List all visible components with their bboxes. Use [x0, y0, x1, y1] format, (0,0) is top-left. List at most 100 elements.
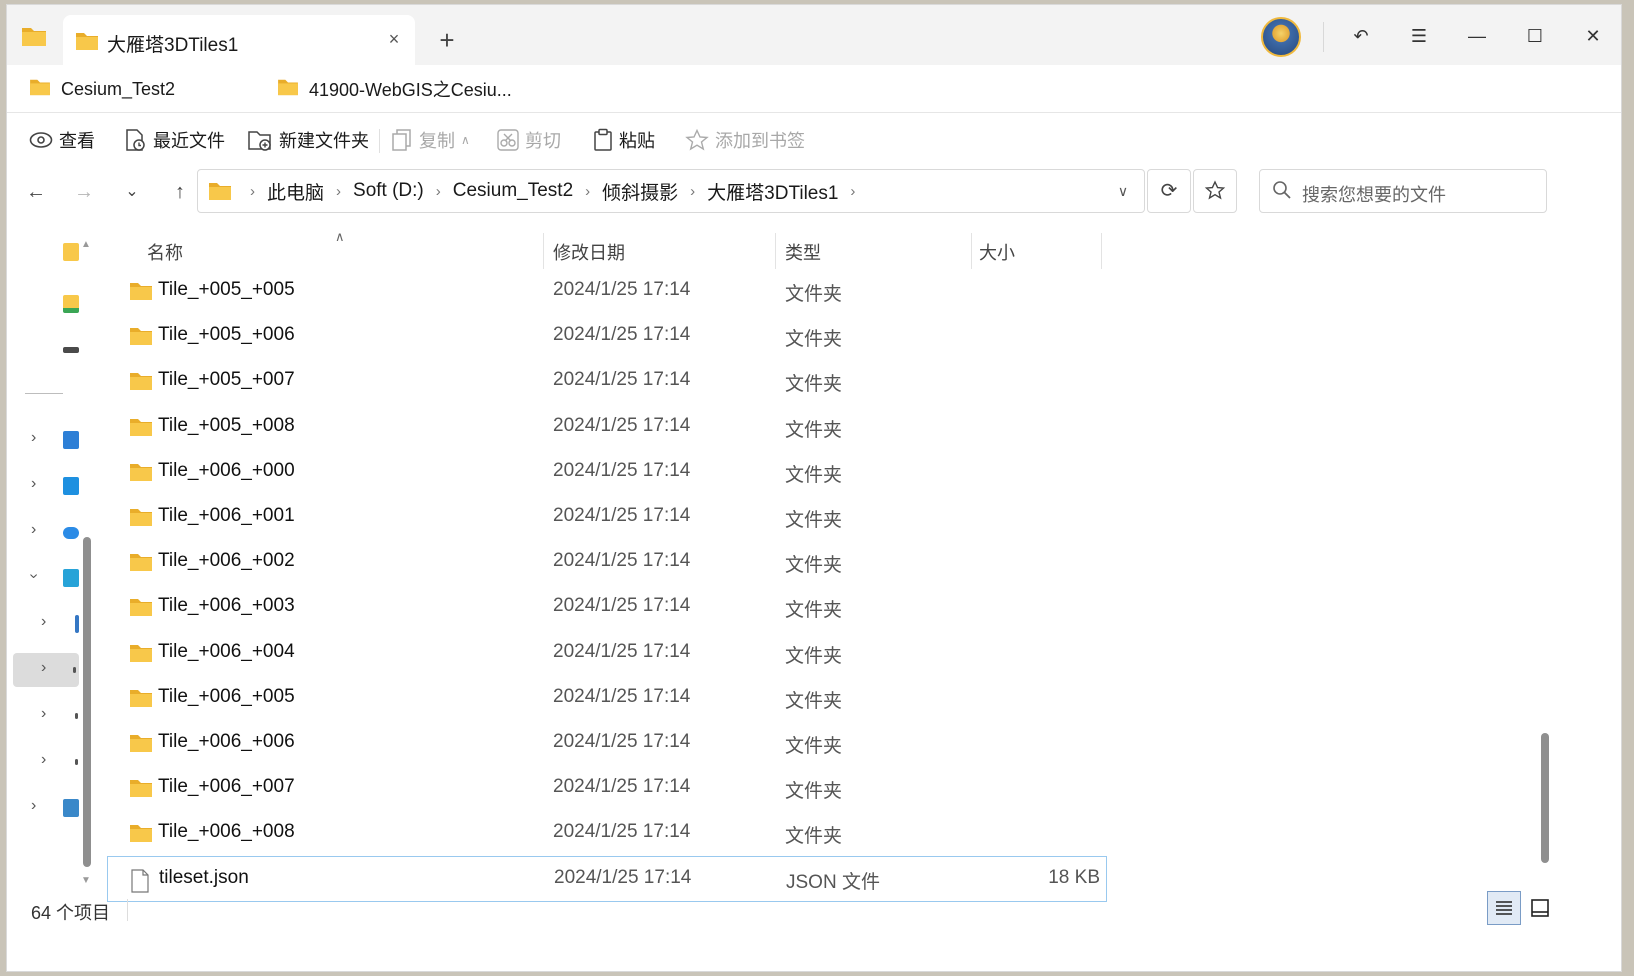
chevron-right-icon: › — [31, 429, 37, 446]
folder-row[interactable]: Tile_+006_+003 2024/1/25 17:14 文件夹 — [107, 585, 1107, 630]
folder-row[interactable]: Tile_+005_+007 2024/1/25 17:14 文件夹 — [107, 359, 1107, 404]
folder-row[interactable]: Tile_+006_+002 2024/1/25 17:14 文件夹 — [107, 540, 1107, 585]
scroll-down-icon[interactable]: ▼ — [81, 875, 91, 886]
breadcrumb-current[interactable]: 大雁塔3DTiles1 — [707, 178, 838, 205]
nav-item-this-pc[interactable]: › — [13, 561, 79, 595]
scrollbar-thumb[interactable] — [1541, 733, 1549, 863]
nav-item-1[interactable]: › — [13, 423, 79, 457]
folder-row[interactable]: Tile_+006_+006 2024/1/25 17:14 文件夹 — [107, 721, 1107, 766]
menu-button[interactable]: ☰ — [1399, 19, 1439, 53]
file-name: Tile_+006_+008 — [158, 821, 295, 843]
nav-item-drive[interactable] — [13, 333, 79, 367]
maximize-button[interactable]: ☐ — [1515, 19, 1555, 53]
minimize-button[interactable]: — — [1457, 19, 1497, 53]
column-header-type[interactable]: 类型 — [785, 239, 821, 265]
column-header-name[interactable]: 名称 — [147, 239, 183, 265]
tab-current-folder[interactable]: 大雁塔3DTiles1 × — [63, 15, 415, 65]
refresh-button[interactable]: ⟳ — [1147, 169, 1191, 213]
breadcrumb-drive-d[interactable]: Soft (D:) — [353, 180, 424, 202]
file-name: Tile_+005_+008 — [158, 414, 295, 436]
column-divider[interactable] — [543, 233, 544, 269]
folder-row[interactable]: Tile_+005_+005 2024/1/25 17:14 文件夹 — [107, 269, 1107, 314]
user-avatar[interactable] — [1261, 17, 1301, 57]
file-type: 文件夹 — [785, 645, 843, 667]
recent-files-button[interactable]: 最近文件 — [123, 127, 225, 153]
folder-row[interactable]: Tile_+005_+006 2024/1/25 17:14 文件夹 — [107, 314, 1107, 359]
column-divider[interactable] — [775, 233, 776, 269]
forward-button[interactable]: → — [67, 175, 101, 209]
address-dropdown-button[interactable]: ∨ — [1112, 180, 1134, 202]
favorite-location-button[interactable] — [1193, 169, 1237, 213]
folder-icon — [29, 78, 51, 101]
bookmark-cesium-test2[interactable]: Cesium_Test2 — [29, 77, 175, 101]
close-tab-button[interactable]: × — [383, 28, 405, 50]
scroll-up-icon[interactable]: ▲ — [81, 239, 91, 250]
address-bar[interactable]: › 此电脑 › Soft (D:) › Cesium_Test2 › 倾斜摄影 … — [197, 169, 1145, 213]
bookmark-label: 41900-WebGIS之Cesiu... — [309, 80, 512, 100]
folder-row[interactable]: Tile_+006_+005 2024/1/25 17:14 文件夹 — [107, 676, 1107, 721]
details-view-button[interactable] — [1487, 891, 1521, 925]
copy-label: 复制 — [419, 131, 455, 151]
paste-label: 粘贴 — [619, 131, 655, 151]
nav-item-quick-access-folder[interactable] — [13, 235, 79, 269]
folder-row[interactable]: Tile_+006_+001 2024/1/25 17:14 文件夹 — [107, 495, 1107, 540]
bookmark-webgis[interactable]: 41900-WebGIS之Cesiu... — [277, 77, 512, 101]
column-header-date[interactable]: 修改日期 — [553, 239, 625, 265]
file-date: 2024/1/25 17:14 — [553, 504, 691, 526]
view-button[interactable]: 查看 — [29, 127, 95, 153]
new-tab-button[interactable]: + — [433, 27, 461, 55]
folder-icon — [129, 507, 153, 532]
folder-row[interactable]: Tile_+006_+007 2024/1/25 17:14 文件夹 — [107, 766, 1107, 811]
search-input[interactable]: 搜索您想要的文件 — [1259, 169, 1547, 213]
folder-icon — [129, 326, 153, 351]
recent-locations-button[interactable]: ⌄ — [115, 175, 149, 209]
file-date: 2024/1/25 17:14 — [553, 685, 691, 707]
close-window-button[interactable]: ✕ — [1573, 19, 1613, 53]
new-folder-button[interactable]: 新建文件夹 — [247, 127, 369, 153]
chevron-right-icon: › — [31, 521, 37, 538]
add-bookmark-button[interactable]: 添加到书签 — [685, 127, 805, 153]
chevron-right-icon: › — [250, 182, 255, 200]
cut-button[interactable]: 剪切 — [497, 127, 561, 153]
folder-row[interactable]: Tile_+006_+008 2024/1/25 17:14 文件夹 — [107, 811, 1107, 856]
file-name: Tile_+006_+003 — [158, 595, 295, 617]
nav-item-onedrive[interactable]: › — [13, 515, 79, 549]
title-bar: 大雁塔3DTiles1 × + ↶ ☰ — ☐ ✕ — [7, 5, 1621, 65]
back-button[interactable]: ← — [19, 175, 53, 209]
scrollbar-thumb[interactable] — [83, 537, 91, 867]
file-date: 2024/1/25 17:14 — [553, 730, 691, 752]
item-icon — [73, 667, 76, 673]
large-icons-view-button[interactable] — [1523, 891, 1557, 925]
new-folder-label: 新建文件夹 — [279, 131, 369, 151]
navigation-scrollbar[interactable]: ▲ ▼ — [79, 229, 93, 889]
breadcrumb-this-pc[interactable]: 此电脑 — [267, 178, 324, 205]
file-date: 2024/1/25 17:14 — [553, 776, 691, 798]
paste-button[interactable]: 粘贴 — [593, 127, 655, 153]
undo-button[interactable]: ↶ — [1341, 19, 1381, 53]
folder-row[interactable]: Tile_+005_+008 2024/1/25 17:14 文件夹 — [107, 405, 1107, 450]
copy-button[interactable]: 复制 ∧ — [391, 127, 470, 153]
file-name: Tile_+006_+004 — [158, 640, 295, 662]
nav-item-network[interactable]: › — [13, 791, 79, 825]
nav-item-selected[interactable]: › — [13, 653, 79, 687]
folder-icon — [277, 78, 299, 101]
folder-row[interactable]: Tile_+006_+004 2024/1/25 17:14 文件夹 — [107, 631, 1107, 676]
breadcrumb-cesium-test2[interactable]: Cesium_Test2 — [453, 180, 573, 202]
file-list-scrollbar[interactable] — [1537, 229, 1551, 891]
search-icon — [1272, 180, 1292, 205]
file-name: Tile_+005_+006 — [158, 324, 295, 346]
nav-item-2[interactable]: › — [13, 469, 79, 503]
nav-item-synced-folder[interactable] — [13, 287, 79, 321]
folder-row[interactable]: Tile_+006_+000 2024/1/25 17:14 文件夹 — [107, 450, 1107, 495]
column-divider[interactable] — [1101, 233, 1102, 269]
clipboard-icon — [593, 128, 613, 152]
column-header-size[interactable]: 大小 — [979, 239, 1015, 265]
column-divider[interactable] — [971, 233, 972, 269]
file-date: 2024/1/25 17:14 — [553, 459, 691, 481]
app-icon — [63, 431, 79, 449]
breadcrumb-oblique-photo[interactable]: 倾斜摄影 — [602, 178, 678, 205]
file-name: Tile_+006_+006 — [158, 730, 295, 752]
up-button[interactable]: ↑ — [163, 175, 197, 209]
folder-icon — [129, 643, 153, 668]
folder-icon — [129, 733, 153, 758]
